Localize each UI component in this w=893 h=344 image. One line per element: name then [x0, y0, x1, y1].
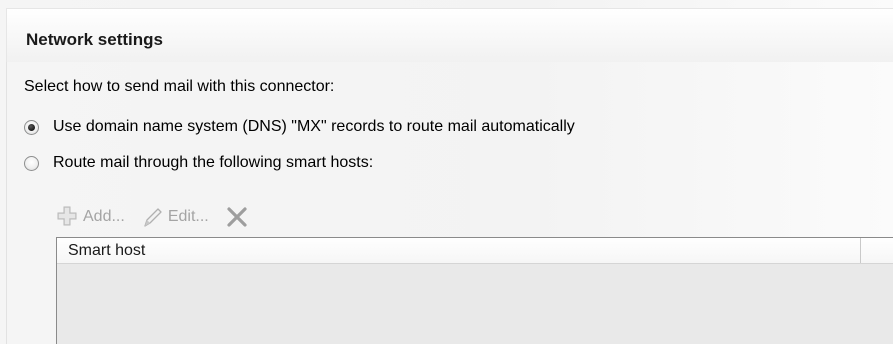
edit-button-label: Edit... — [167, 208, 209, 225]
smart-hosts-list[interactable]: Smart host — [56, 237, 893, 344]
section-title: Network settings — [26, 30, 163, 49]
radio-selected-dot — [28, 123, 35, 131]
section-divider — [6, 62, 7, 344]
dns-mx-radio-option[interactable]: Use domain name system (DNS) "MX" record… — [24, 116, 575, 138]
remove-button[interactable] — [225, 205, 249, 229]
smart-hosts-radio-option[interactable]: Route mail through the following smart h… — [24, 152, 373, 174]
add-button[interactable]: Add... — [56, 205, 125, 229]
add-plus-icon — [57, 206, 77, 226]
radio-button-dns-mx[interactable] — [24, 119, 39, 135]
edit-button[interactable]: Edit... — [141, 205, 209, 229]
pencil-icon — [144, 208, 162, 227]
smart-hosts-radio-label[interactable]: Route mail through the following smart h… — [53, 154, 373, 172]
connector-settings-panel: Network settings Select how to send mail… — [0, 0, 893, 344]
radio-button-smart-hosts[interactable] — [24, 155, 39, 171]
remove-x-icon — [227, 207, 247, 227]
list-header: Smart host — [57, 238, 893, 264]
dns-mx-radio-label[interactable]: Use domain name system (DNS) "MX" record… — [53, 118, 575, 136]
add-button-label: Add... — [83, 208, 125, 225]
column-header-smart-host[interactable]: Smart host — [57, 238, 861, 263]
smart-hosts-toolbar: Add... Edit... — [56, 203, 265, 231]
instruction-text: Select how to send mail with this connec… — [24, 78, 335, 95]
